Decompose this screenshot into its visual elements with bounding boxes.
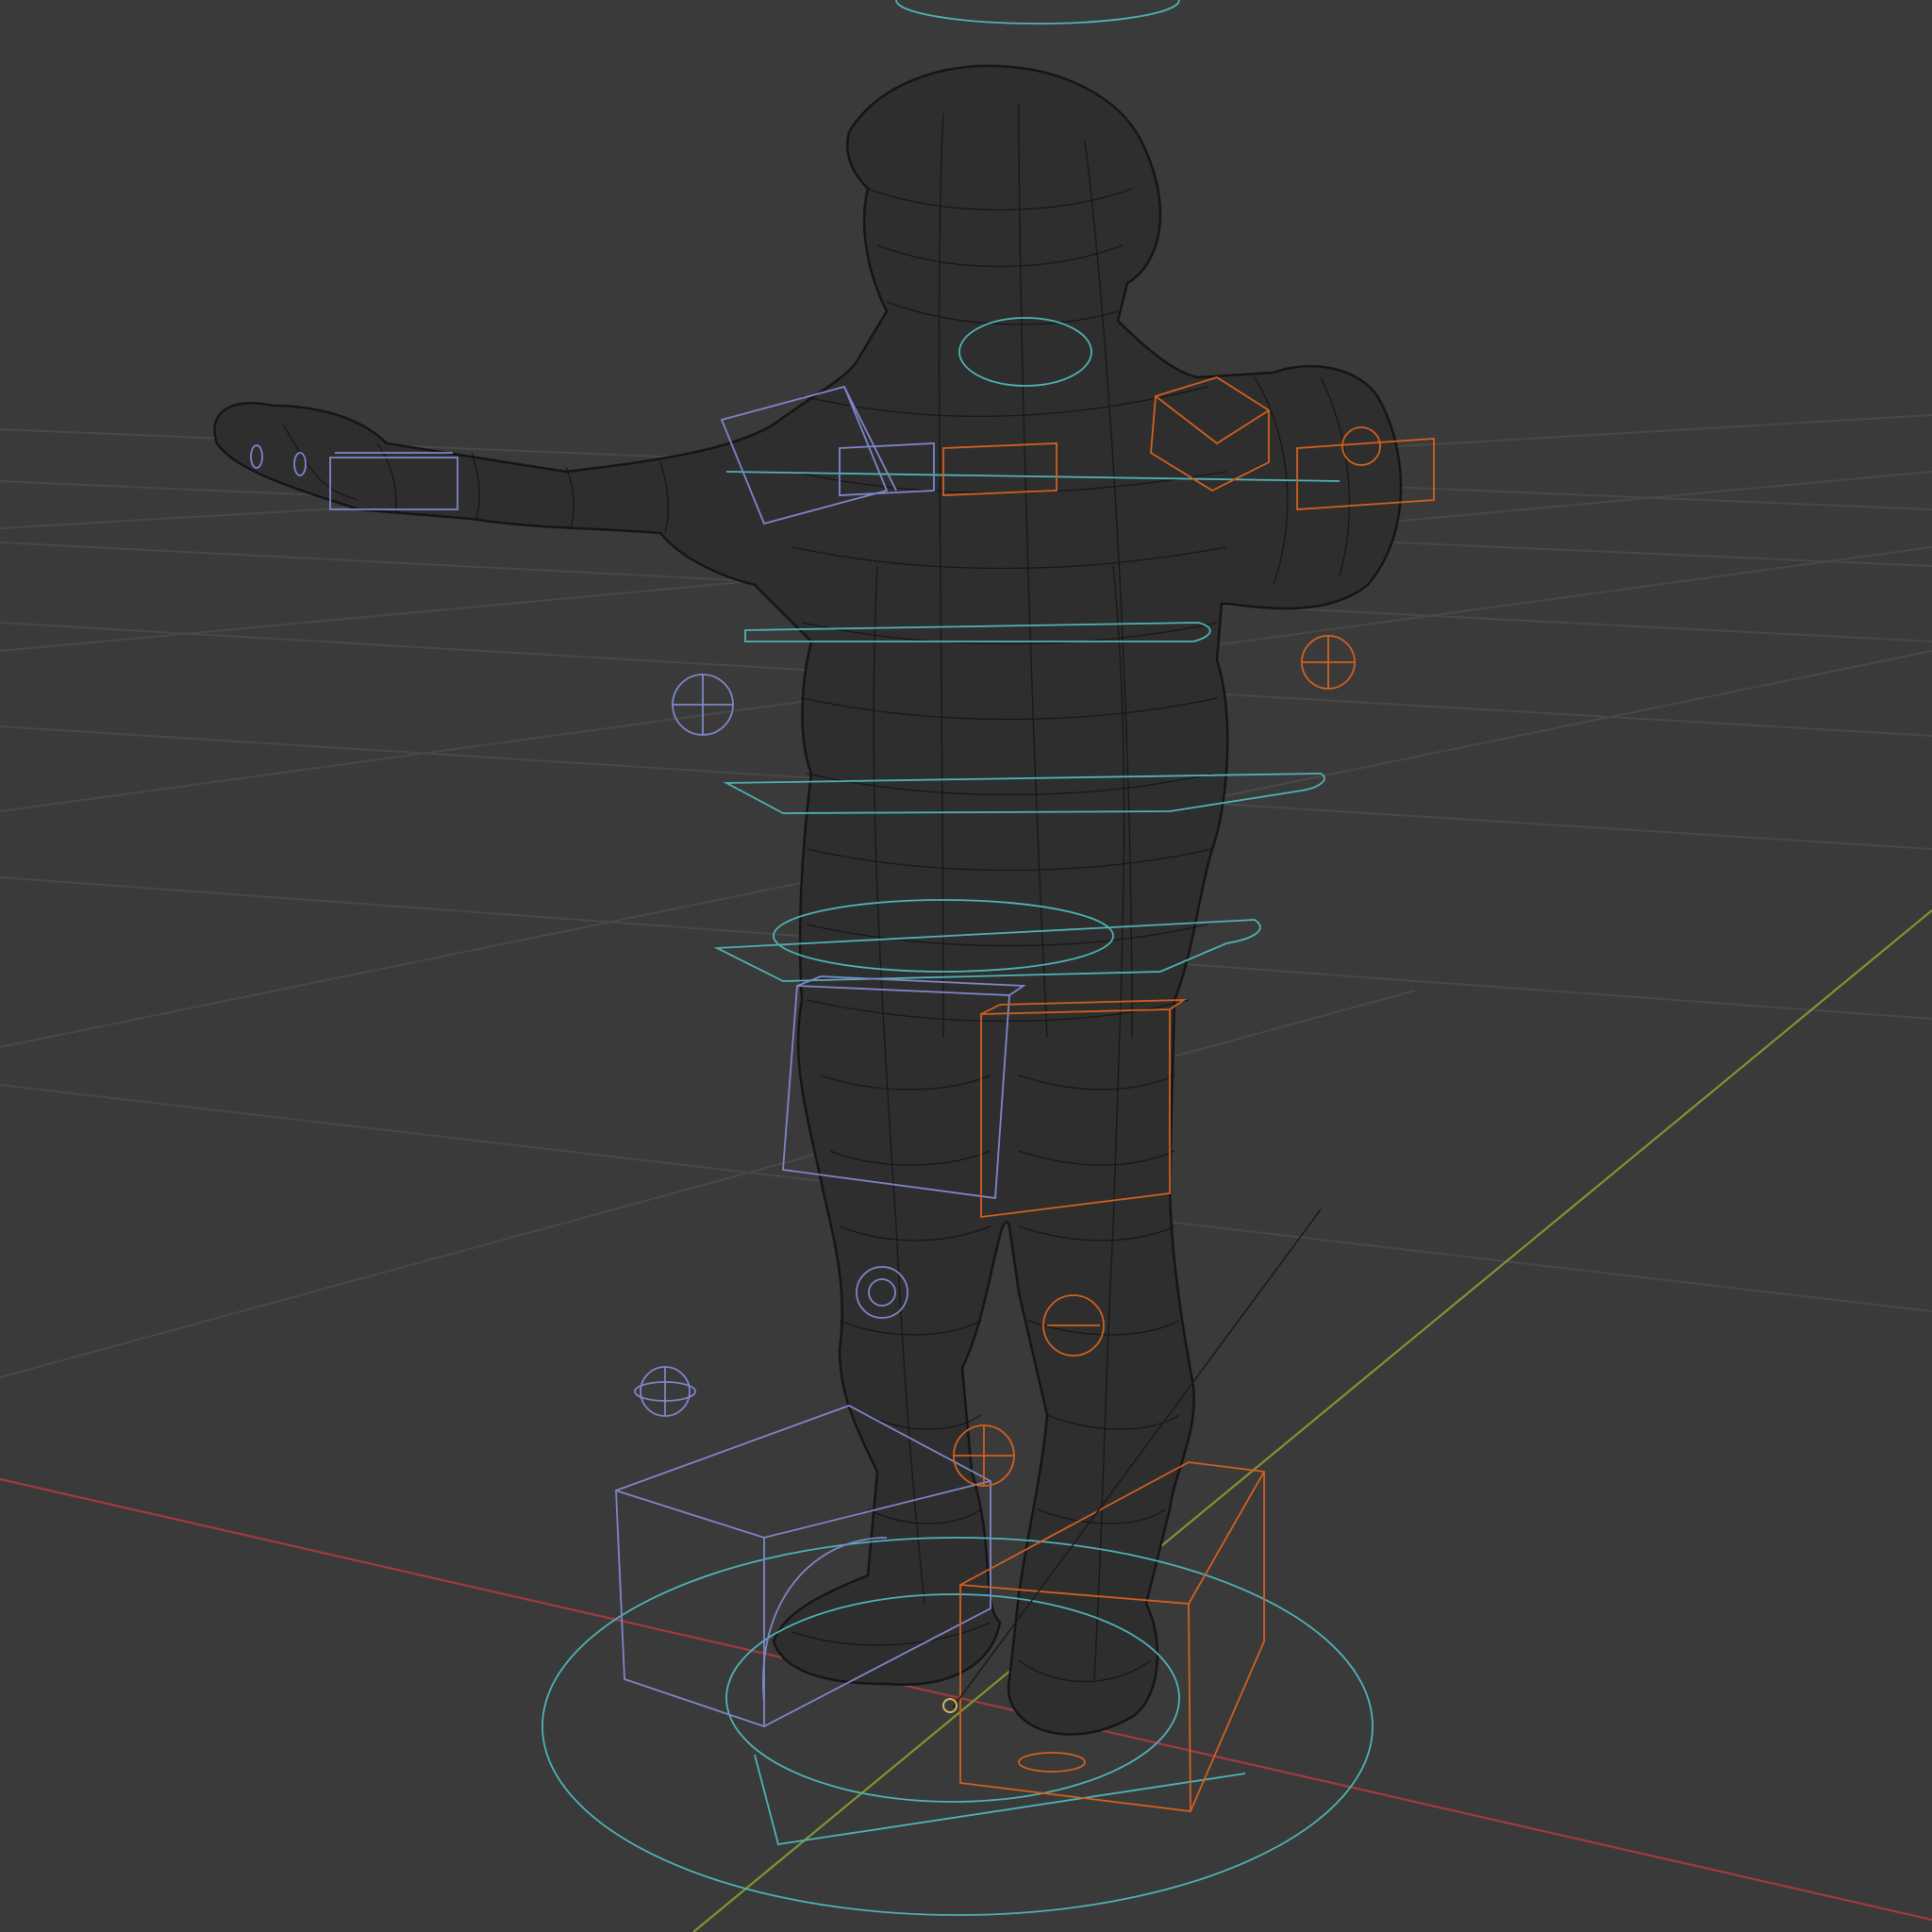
ankle-l-gizmo[interactable]: [634, 1366, 696, 1417]
elbow-l-pole[interactable]: [672, 674, 734, 736]
viewport-scene[interactable]: [0, 0, 1932, 1932]
elbow-r-pole[interactable]: [1301, 635, 1356, 690]
foot-r-heel-ctrl[interactable]: [1018, 1752, 1086, 1773]
head-top-ring-control[interactable]: [895, 0, 1180, 25]
character-mesh[interactable]: [213, 64, 1403, 1736]
3d-viewport[interactable]: [0, 0, 1932, 1932]
ankle-r-gizmo[interactable]: [953, 1424, 1015, 1487]
